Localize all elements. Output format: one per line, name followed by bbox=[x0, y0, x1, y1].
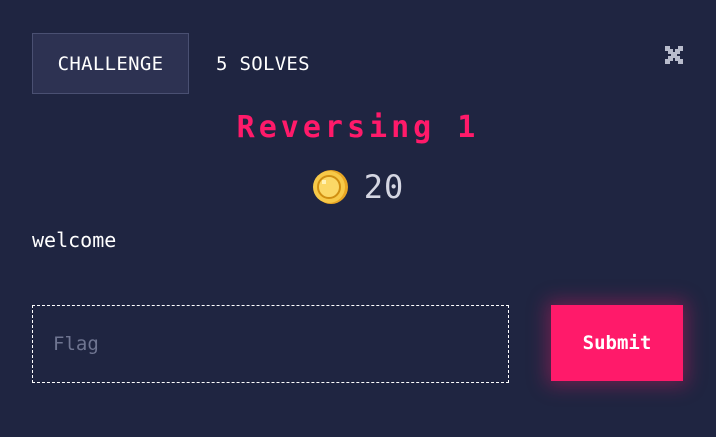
tab-solves-label: 5 SOLVES bbox=[216, 52, 310, 75]
close-icon bbox=[665, 46, 683, 64]
tab-challenge[interactable]: CHALLENGE bbox=[32, 33, 189, 94]
close-button[interactable] bbox=[662, 43, 686, 67]
submit-button[interactable]: Submit bbox=[551, 305, 683, 381]
challenge-value: 20 bbox=[0, 168, 716, 206]
tab-solves[interactable]: 5 SOLVES bbox=[205, 33, 321, 94]
points-value: 20 bbox=[363, 168, 405, 206]
coin-icon bbox=[312, 170, 348, 204]
challenge-description: welcome bbox=[32, 228, 117, 252]
flag-input[interactable] bbox=[32, 305, 509, 383]
tab-challenge-label: CHALLENGE bbox=[57, 52, 164, 75]
challenge-title: Reversing 1 bbox=[236, 110, 480, 145]
